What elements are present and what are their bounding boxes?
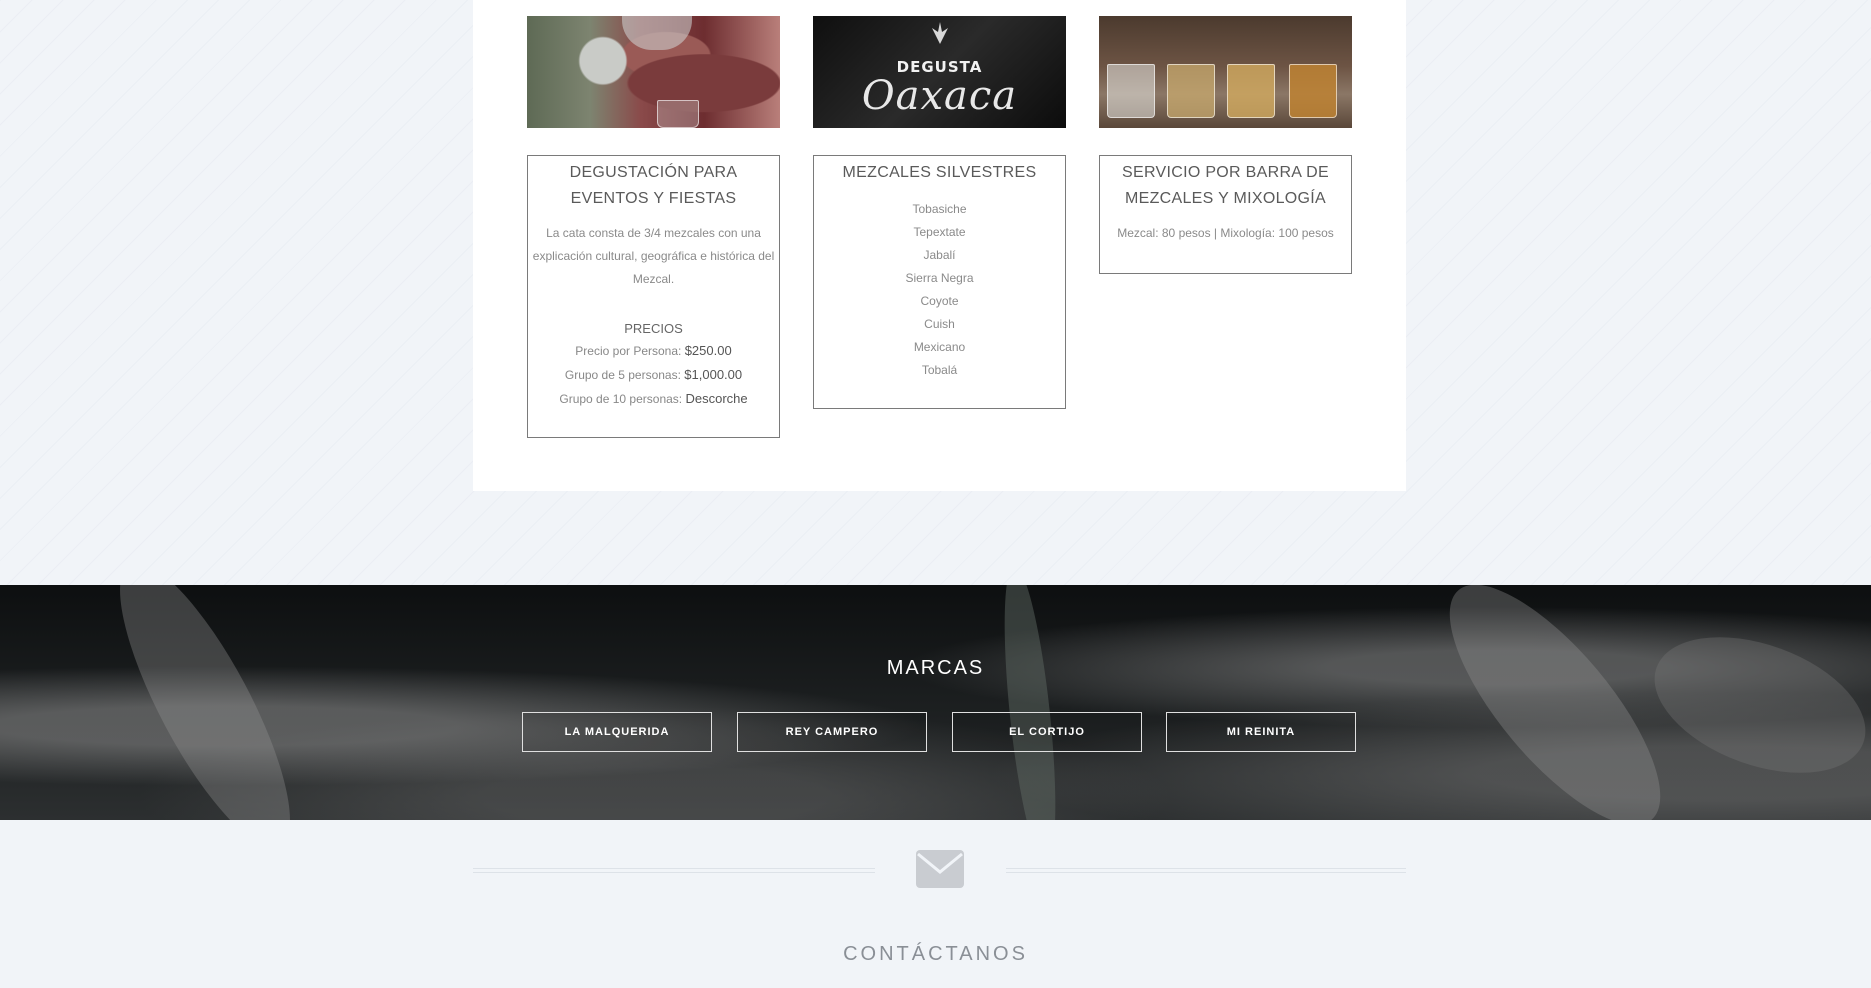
events-card-title: DEGUSTACIÓN PARA EVENTOS Y FIESTAS [569, 164, 738, 207]
bar-service-title: SERVICIO POR BARRA DE MEZCALES Y MIXOLOG… [1122, 164, 1329, 207]
price-label: Precio por Persona: [575, 344, 682, 358]
list-item: Tepextate [913, 225, 966, 239]
price-row: Precio por Persona: $250.00 [528, 339, 779, 363]
bar-service-card: SERVICIO POR BARRA DE MEZCALES Y MIXOLOG… [1099, 155, 1352, 274]
brand-button-mi-reinita[interactable]: MI REINITA [1166, 712, 1356, 752]
mezcal-glasses-image [1099, 16, 1352, 128]
events-card: DEGUSTACIÓN PARA EVENTOS Y FIESTAS La ca… [527, 155, 780, 438]
list-item: Coyote [920, 294, 959, 308]
degusta-oaxaca-logo-image: DEGUSTA Oaxaca [813, 16, 1066, 128]
list-item: Tobasiche [912, 202, 967, 216]
brands-section: MARCAS LA MALQUERIDA REY CAMPERO EL CORT… [0, 585, 1871, 820]
agave-icon [932, 22, 948, 44]
price-value: $1,000.00 [684, 367, 743, 382]
brand-button-el-cortijo[interactable]: EL CORTIJO [952, 712, 1142, 752]
envelope-icon [916, 850, 964, 888]
price-label: Grupo de 10 personas: [559, 392, 683, 406]
price-row: Grupo de 5 personas: $1,000.00 [528, 363, 779, 387]
service-column-wild: DEGUSTA Oaxaca [813, 16, 1066, 128]
logo-script-text: Oaxaca [861, 73, 1018, 119]
mezcal-pouring-image [527, 16, 780, 128]
list-item: Tobalá [921, 363, 958, 377]
price-label: Grupo de 5 personas: [564, 368, 681, 382]
brand-button-rey-campero[interactable]: REY CAMPERO [737, 712, 927, 752]
list-item: Sierra Negra [905, 271, 974, 285]
list-item: Mexicano [913, 340, 966, 354]
wild-mezcals-card: MEZCALES SILVESTRES Tobasiche Tepextate … [813, 155, 1066, 409]
wild-mezcals-title: MEZCALES SILVESTRES [842, 164, 1037, 181]
price-value: Descorche [685, 391, 748, 406]
list-item: Jabalí [923, 248, 956, 262]
price-value: $250.00 [684, 343, 732, 358]
service-column-bar [1099, 16, 1352, 128]
price-row: Grupo de 10 personas: Descorche [528, 387, 779, 411]
divider-right [1006, 868, 1406, 873]
prices-heading: PRECIOS [624, 321, 683, 336]
service-column-events [527, 16, 780, 128]
divider-left [473, 868, 875, 873]
bar-service-description: Mezcal: 80 pesos | Mixología: 100 pesos [1117, 226, 1334, 240]
events-card-description: La cata consta de 3/4 mezcales con una e… [532, 226, 775, 286]
wild-mezcals-list: Tobasiche Tepextate Jabalí Sierra Negra … [814, 198, 1065, 382]
contact-title: CONTÁCTANOS [843, 943, 1028, 965]
list-item: Cuish [924, 317, 955, 331]
brands-title: MARCAS [886, 657, 985, 679]
brand-button-la-malquerida[interactable]: LA MALQUERIDA [522, 712, 712, 752]
